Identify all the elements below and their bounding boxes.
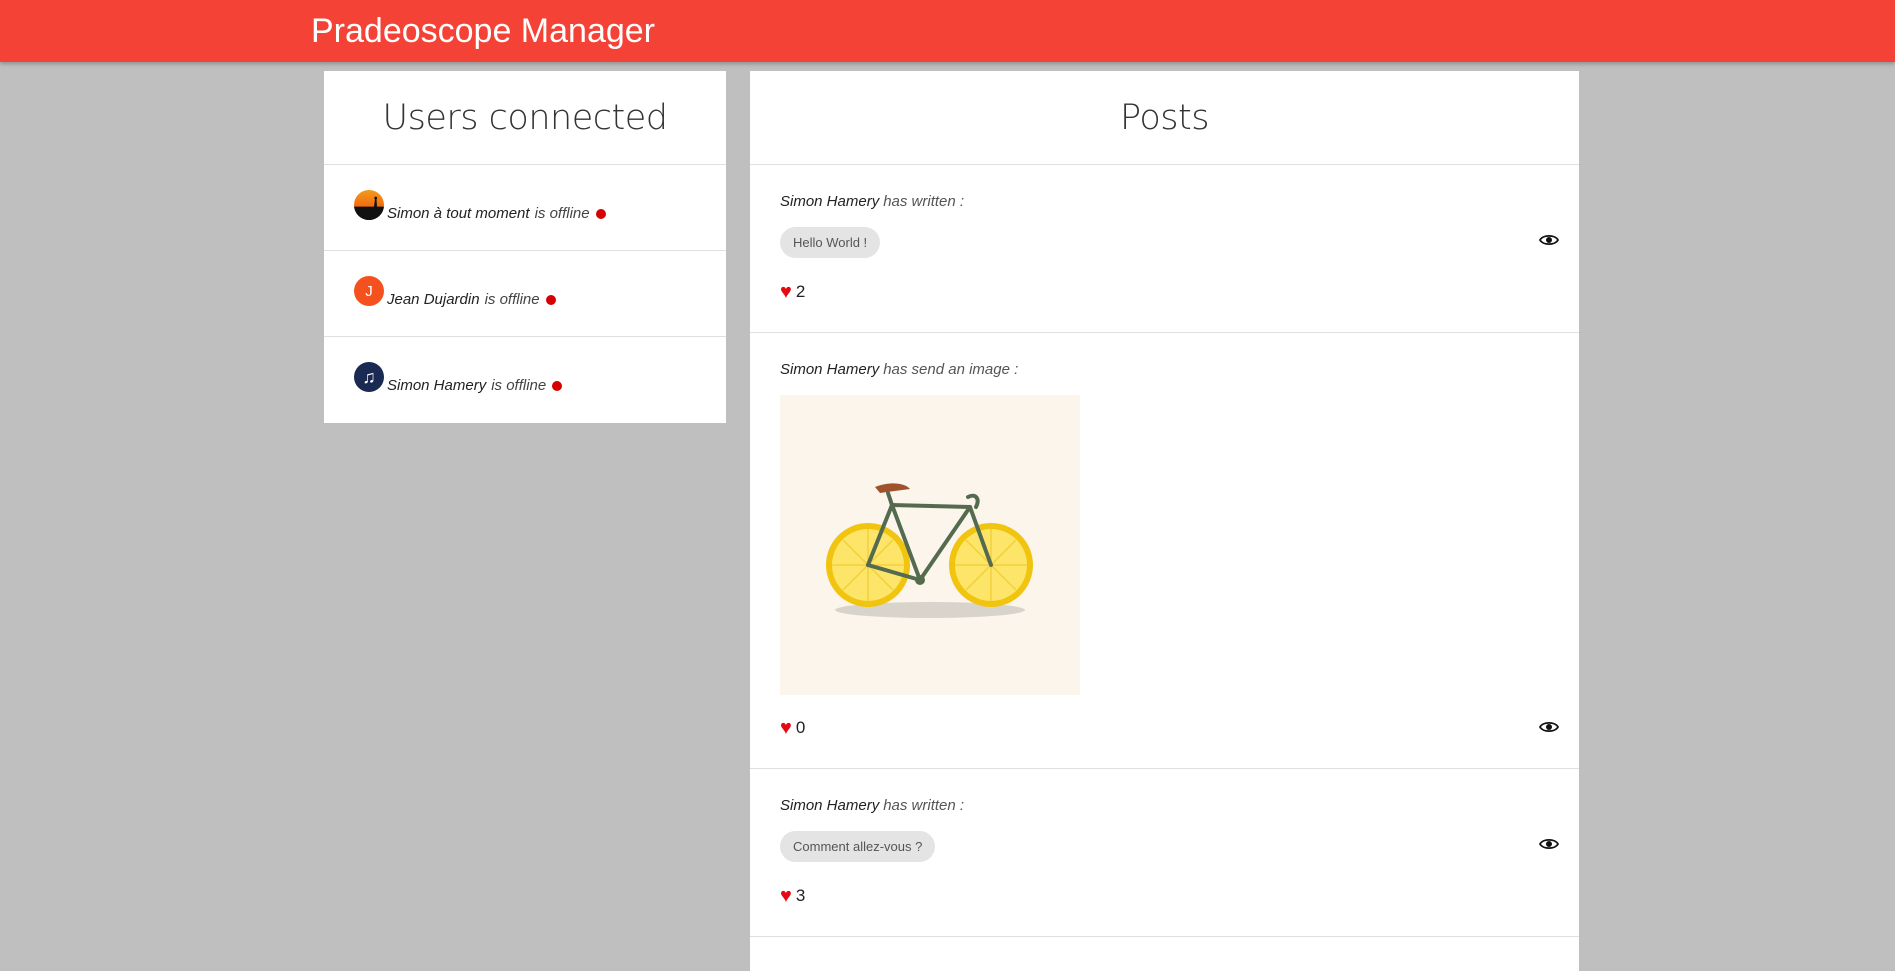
avatar: ♫ xyxy=(354,362,384,392)
post-action: has written : xyxy=(883,193,965,210)
avatar xyxy=(354,190,384,220)
rider-silhouette-icon xyxy=(354,196,384,220)
message-chip: Comment allez-vous ? xyxy=(780,831,936,862)
user-status: is offline xyxy=(484,291,540,308)
user-name: Jean Dujardin xyxy=(387,291,480,308)
message-chip: Hello World ! xyxy=(780,227,881,258)
heart-icon: ♥ xyxy=(780,717,792,739)
offline-status-dot xyxy=(595,208,606,219)
avatar: J xyxy=(354,276,384,306)
post-author-name: Simon Hamery xyxy=(780,193,880,210)
posts-panel-heading: Posts xyxy=(750,71,1579,165)
app-title: Pradeoscope Manager xyxy=(311,12,656,50)
users-connected-panel: Users connected Simon à tout moment is o… xyxy=(324,71,726,423)
music-note-icon: ♫ xyxy=(362,366,376,387)
lemon-bicycle-image[interactable] xyxy=(780,395,1080,695)
post-author-name: Simon Hamery xyxy=(780,361,880,378)
users-panel-heading: Users connected xyxy=(324,71,726,165)
post-action: has send an image : xyxy=(883,361,1019,378)
heart-icon: ♥ xyxy=(780,885,792,907)
offline-status-dot xyxy=(545,294,556,305)
heart-icon: ♥ xyxy=(780,281,792,303)
eye-icon[interactable] xyxy=(1539,837,1559,851)
user-row[interactable]: J Jean Dujardin is offline xyxy=(324,251,726,337)
post-item: Simon Hamery has send an image : ♥ 0 xyxy=(750,333,1579,769)
post-item: Simon Hamery has written : Hello World ! … xyxy=(750,165,1579,333)
app-header: Pradeoscope Manager xyxy=(0,0,1895,62)
user-status: is offline xyxy=(534,205,590,222)
user-name: Simon Hamery xyxy=(387,377,487,394)
user-status: is offline xyxy=(491,377,547,394)
like-count: 3 xyxy=(795,886,806,905)
post-author-name: Simon Hamery xyxy=(780,797,880,814)
like-button[interactable]: ♥ 2 xyxy=(780,282,805,302)
eye-icon[interactable] xyxy=(1539,720,1559,734)
user-row[interactable]: ♫ Simon Hamery is offline xyxy=(324,337,726,423)
offline-status-dot xyxy=(552,380,563,391)
user-row[interactable]: Simon à tout moment is offline xyxy=(324,165,726,251)
post-item: Simon Hamery has written : Comment allez-… xyxy=(750,769,1579,937)
like-button[interactable]: ♥ 0 xyxy=(780,718,805,738)
like-count: 0 xyxy=(795,718,806,737)
like-button[interactable]: ♥ 3 xyxy=(780,886,805,906)
eye-icon[interactable] xyxy=(1539,233,1559,247)
lemon-bicycle-illustration xyxy=(826,483,1033,618)
post-action: has written : xyxy=(883,797,965,814)
user-name: Simon à tout moment xyxy=(387,205,530,222)
like-count: 2 xyxy=(795,282,806,301)
posts-panel: Posts Simon Hamery has written : Hello Wo… xyxy=(750,71,1579,971)
